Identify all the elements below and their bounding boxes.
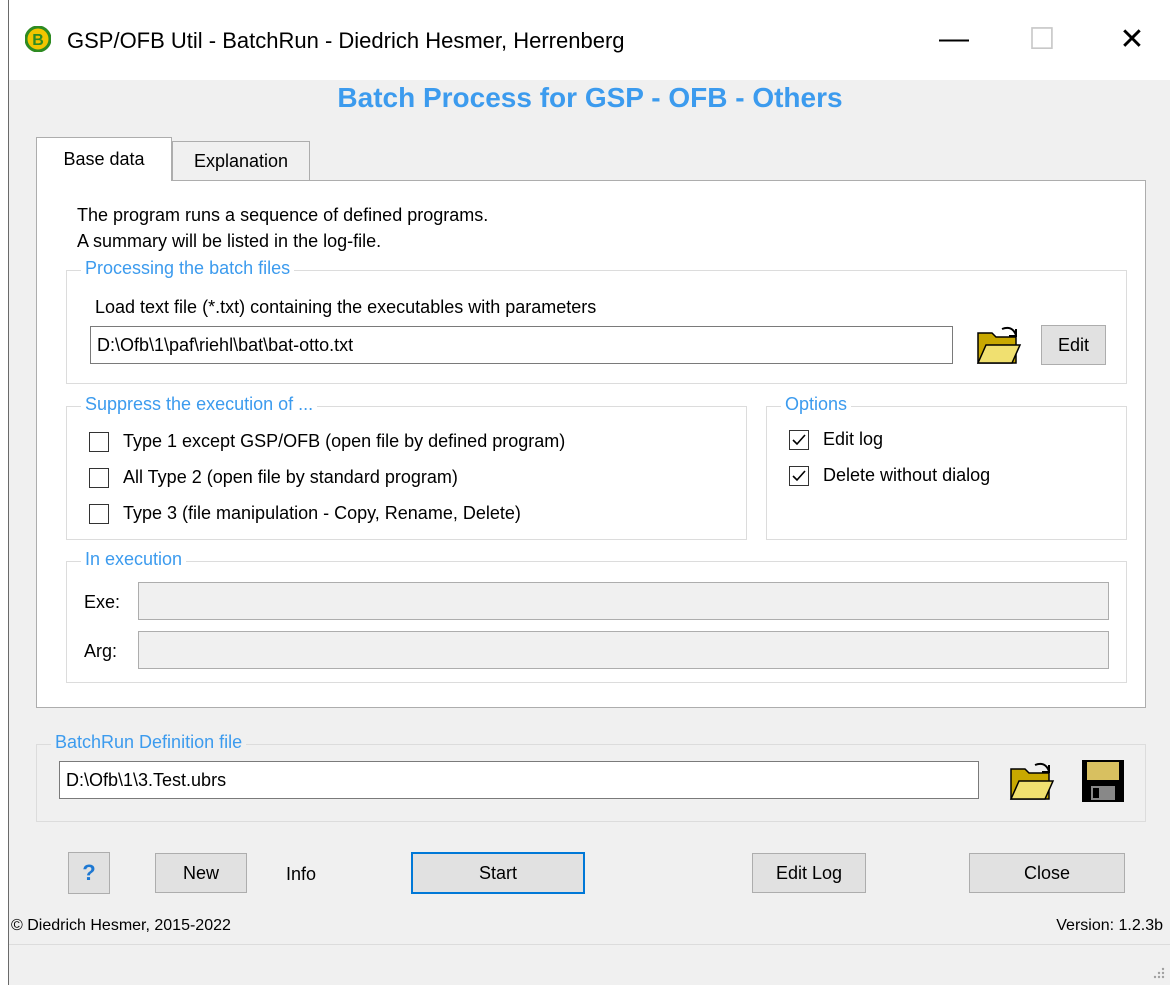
processing-group: Processing the batch files Load text fil…: [66, 258, 1127, 384]
options-group: Options Edit log Delete without dialog: [766, 394, 1127, 540]
title-bar[interactable]: B GSP/OFB Util - BatchRun - Diedrich Hes…: [9, 0, 1170, 80]
suppress-type3-checkbox[interactable]: Type 3 (file manipulation - Copy, Rename…: [89, 503, 521, 524]
tab-panel-base-data: The program runs a sequence of defined p…: [36, 180, 1146, 708]
tab-base-data[interactable]: Base data: [36, 137, 172, 181]
load-file-label: Load text file (*.txt) containing the ex…: [95, 297, 597, 317]
floppy-disk-icon[interactable]: [1079, 757, 1127, 805]
svg-text:B: B: [32, 32, 44, 49]
arg-field: [138, 631, 1109, 669]
version-text: Version: 1.2.3b: [1056, 917, 1163, 934]
open-folder-icon[interactable]: [1007, 757, 1055, 805]
checkbox-box[interactable]: [89, 467, 109, 488]
intro-line-2: A summary will be listed in the log-file…: [77, 231, 382, 251]
edit-log-label: Edit log: [823, 429, 884, 449]
batch-file-input[interactable]: D:\Ofb\1\paf\riehl\bat\bat-otto.txt: [90, 326, 953, 364]
execution-group: In execution Exe: Arg:: [66, 549, 1127, 683]
status-bar-divider: [9, 944, 1170, 945]
delete-without-dialog-label: Delete without dialog: [823, 465, 991, 485]
options-group-title: Options: [781, 394, 852, 415]
suppress-type2-label: All Type 2 (open file by standard progra…: [123, 467, 458, 487]
suppress-group: Suppress the execution of ... Type 1 exc…: [66, 394, 747, 540]
definition-group: BatchRun Definition file D:\Ofb\1\3.Test…: [36, 732, 1146, 822]
app-logo-icon: B: [25, 26, 51, 52]
checkbox-box[interactable]: [789, 429, 809, 450]
start-button[interactable]: Start: [411, 852, 585, 894]
suppress-type1-label: Type 1 except GSP/OFB (open file by defi…: [123, 431, 566, 451]
resize-grip-icon[interactable]: [1149, 963, 1165, 979]
definition-file-input[interactable]: D:\Ofb\1\3.Test.ubrs: [59, 761, 979, 799]
definition-group-title: BatchRun Definition file: [51, 732, 247, 753]
execution-group-title: In execution: [81, 549, 187, 570]
edit-log-button[interactable]: Edit Log: [752, 853, 866, 893]
checkbox-box[interactable]: [89, 503, 109, 524]
suppress-group-title: Suppress the execution of ...: [81, 394, 318, 415]
tab-explanation[interactable]: Explanation: [172, 141, 310, 181]
new-button[interactable]: New: [155, 853, 247, 893]
arg-label: Arg:: [84, 641, 118, 661]
suppress-type2-checkbox[interactable]: All Type 2 (open file by standard progra…: [89, 467, 458, 488]
info-label[interactable]: Info: [286, 864, 316, 885]
open-folder-icon[interactable]: [974, 321, 1022, 369]
intro-line-1: The program runs a sequence of defined p…: [77, 205, 489, 225]
checkbox-box[interactable]: [89, 431, 109, 452]
edit-batch-button[interactable]: Edit: [1041, 325, 1106, 365]
suppress-type3-label: Type 3 (file manipulation - Copy, Rename…: [123, 503, 521, 523]
exe-field: [138, 582, 1109, 620]
minimize-button[interactable]: —: [924, 14, 984, 64]
checkbox-box[interactable]: [789, 465, 809, 486]
close-window-button[interactable]: ✕: [1102, 14, 1162, 64]
suppress-type1-checkbox[interactable]: Type 1 except GSP/OFB (open file by defi…: [89, 431, 565, 452]
checkmark-icon: [792, 469, 806, 481]
delete-without-dialog-checkbox[interactable]: Delete without dialog: [789, 465, 990, 486]
app-window: B GSP/OFB Util - BatchRun - Diedrich Hes…: [8, 0, 1170, 985]
help-icon[interactable]: ?: [68, 852, 110, 894]
page-title: Batch Process for GSP - OFB - Others: [337, 82, 843, 113]
close-button[interactable]: Close: [969, 853, 1125, 893]
checkmark-icon: [792, 433, 806, 445]
window-title: GSP/OFB Util - BatchRun - Diedrich Hesme…: [67, 28, 625, 53]
processing-group-title: Processing the batch files: [81, 258, 295, 279]
copyright-text: © Diedrich Hesmer, 2015-2022: [11, 917, 231, 934]
maximize-button[interactable]: ☐: [1012, 14, 1072, 64]
exe-label: Exe:: [84, 592, 121, 612]
edit-log-checkbox[interactable]: Edit log: [789, 429, 883, 450]
